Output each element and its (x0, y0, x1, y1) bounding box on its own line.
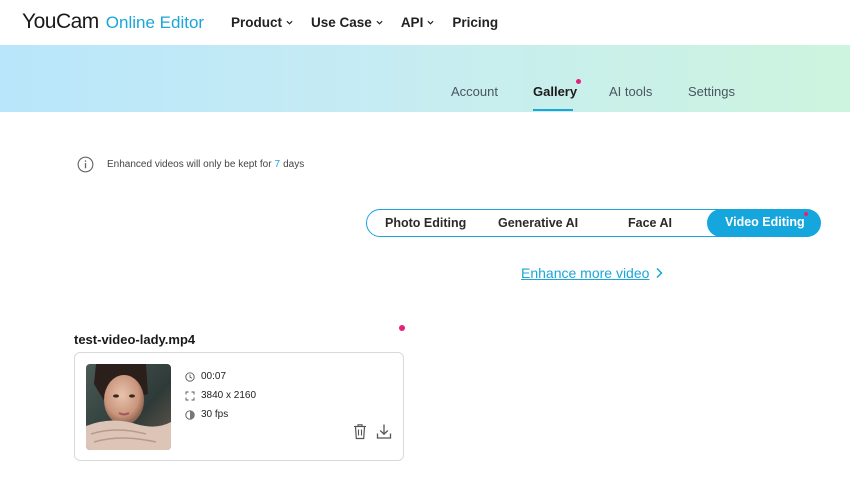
logo-product: Online Editor (105, 13, 205, 32)
chevron-down-icon (376, 20, 383, 25)
segment-generative-ai[interactable]: Generative AI (498, 216, 578, 230)
meta-fps: 30 fps (185, 409, 228, 420)
segment-face-ai[interactable]: Face AI (628, 216, 672, 230)
trash-icon[interactable] (352, 423, 368, 440)
notice-days: 7 (274, 159, 281, 170)
meta-duration: 00:07 (185, 371, 226, 382)
logo[interactable]: YouCam Online Editor (22, 10, 204, 34)
nav-pricing[interactable]: Pricing (452, 15, 498, 30)
nav-product-label: Product (231, 15, 283, 30)
duration-value: 00:07 (201, 371, 227, 382)
logo-brand: YouCam (22, 10, 99, 33)
fps-value: 30 fps (201, 409, 229, 420)
info-icon (77, 156, 94, 173)
tab-gallery[interactable]: Gallery (533, 84, 577, 99)
chevron-down-icon (427, 20, 434, 25)
new-file-badge-dot (399, 325, 405, 331)
notice-prefix: Enhanced videos will only be kept for (107, 159, 272, 170)
segment-video-editing[interactable]: Video Editing (707, 209, 821, 237)
notice-suffix: days (283, 159, 305, 170)
retention-notice: Enhanced videos will only be kept for 7 da… (77, 156, 304, 173)
enhance-more-video-link[interactable]: Enhance more video (521, 265, 663, 281)
notice-text: Enhanced videos will only be kept for 7 da… (107, 159, 304, 170)
file-name: test-video-lady.mp4 (74, 332, 196, 347)
video-thumbnail-image (86, 364, 171, 450)
segment-photo-editing[interactable]: Photo Editing (385, 216, 466, 230)
video-thumbnail[interactable] (86, 364, 171, 450)
enhance-link-label: Enhance more video (521, 265, 650, 281)
nav-use-case-label: Use Case (311, 15, 372, 30)
video-file-card[interactable]: 00:07 3840 x 2160 30 fps (74, 352, 404, 461)
account-banner: Account Gallery AI tools Settings (0, 45, 850, 112)
clock-icon (185, 371, 195, 382)
nav-api[interactable]: API (401, 15, 435, 30)
category-segmented-control: Photo Editing Generative AI Face AI Vide… (366, 209, 821, 237)
video-editing-badge-dot (804, 212, 808, 216)
gallery-badge-dot (576, 79, 581, 84)
fps-icon (185, 409, 195, 420)
download-icon[interactable] (376, 423, 392, 440)
nav-use-case[interactable]: Use Case (311, 15, 383, 30)
chevron-right-icon (656, 267, 663, 279)
account-tabs: Account Gallery AI tools Settings (0, 79, 850, 112)
chevron-down-icon (286, 20, 293, 25)
nav-pricing-label: Pricing (452, 15, 499, 30)
tab-account[interactable]: Account (451, 84, 498, 99)
segment-video-editing-label: Video Editing (725, 215, 805, 229)
resolution-icon (185, 391, 195, 400)
tab-settings[interactable]: Settings (688, 84, 735, 99)
nav-product[interactable]: Product (231, 15, 293, 30)
meta-resolution: 3840 x 2160 (185, 390, 256, 401)
active-tab-underline (533, 109, 573, 111)
tab-ai-tools[interactable]: AI tools (609, 84, 652, 99)
top-header: YouCam Online Editor Product Use Case AP… (0, 0, 850, 45)
nav-api-label: API (400, 15, 424, 30)
resolution-value: 3840 x 2160 (201, 390, 257, 401)
main-nav: Product Use Case API Pricing (231, 15, 516, 30)
